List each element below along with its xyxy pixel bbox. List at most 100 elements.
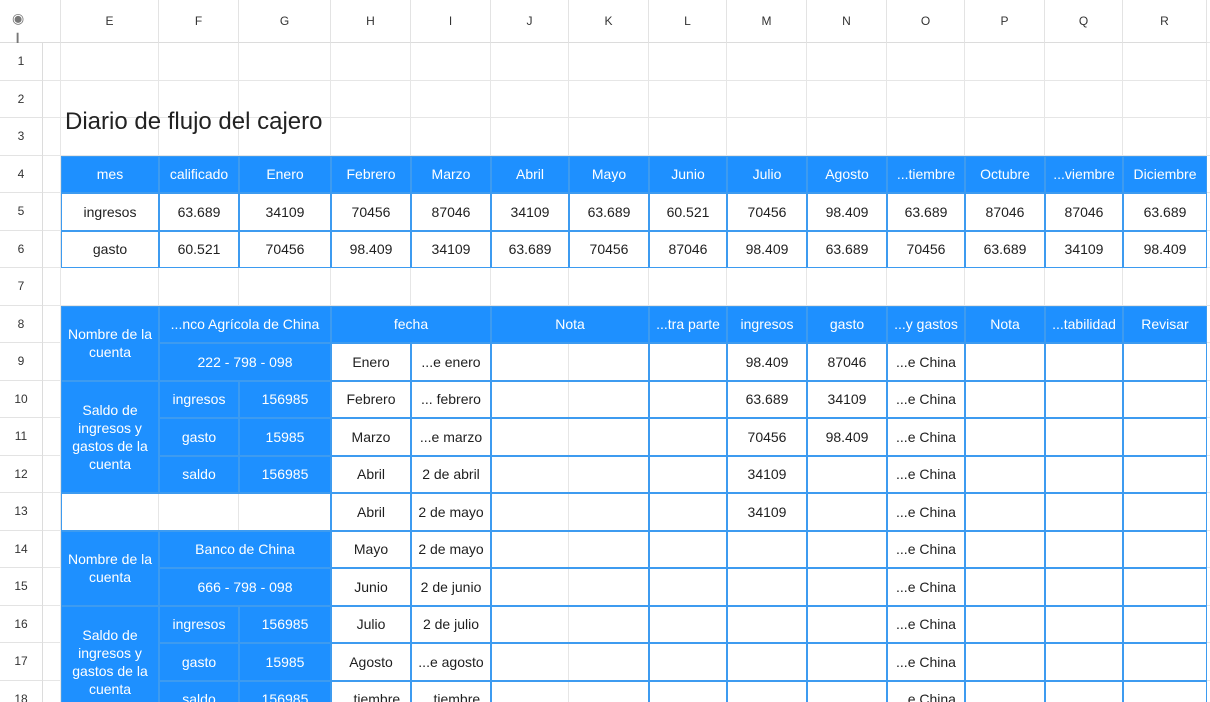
entry-nota2[interactable] [965,605,1045,643]
balance-label[interactable]: Saldo de ingresos y gastos de la cuenta [61,380,159,493]
entry-nota2[interactable] [965,380,1045,418]
revisar-header[interactable]: Revisar [1123,305,1207,343]
row-header-4[interactable]: 4 [0,155,43,193]
summary-header-12[interactable]: ...viembre [1045,155,1123,193]
entry-mes[interactable]: Enero [331,343,411,381]
column-header-k[interactable]: K [569,0,649,43]
entry-tabilidad[interactable] [1045,380,1123,418]
entry-banco[interactable]: ...e China [887,568,965,606]
gasto-value[interactable]: 15985 [239,418,331,456]
summary-row5-cell-2[interactable]: 34109 [239,193,331,231]
entry-otra-parte[interactable] [649,680,727,702]
summary-header-4[interactable]: Marzo [411,155,491,193]
row-header-14[interactable]: 14 [0,530,43,568]
column-header-q[interactable]: Q [1045,0,1123,43]
summary-row5-cell-3[interactable]: 70456 [331,193,411,231]
entry-tabilidad[interactable] [1045,605,1123,643]
summary-row6-cell-1[interactable]: 60.521 [159,230,239,268]
bank-name-cell-2[interactable]: Banco de China [159,530,331,568]
entry-nota[interactable] [491,605,649,643]
entry-nota2[interactable] [965,418,1045,456]
gasto-value-2[interactable]: 15985 [239,643,331,681]
entry-mes[interactable]: Agosto [331,643,411,681]
row-header-9[interactable]: 9 [0,343,43,381]
entry-tabilidad[interactable] [1045,455,1123,493]
saldo-label-2[interactable]: saldo [159,680,239,702]
entry-mes[interactable]: Julio [331,605,411,643]
summary-header-3[interactable]: Febrero [331,155,411,193]
summary-row5-cell-10[interactable]: 63.689 [887,193,965,231]
entry-fecha[interactable]: ...tiembre [411,680,491,702]
ingresos-label-2[interactable]: ingresos [159,605,239,643]
column-header-o[interactable]: O [887,0,965,43]
summary-header-2[interactable]: Enero [239,155,331,193]
entry-tabilidad[interactable] [1045,643,1123,681]
account-name-label[interactable]: Nombre de la cuenta [61,305,159,381]
entry-revisar[interactable] [1123,643,1207,681]
summary-row5-cell-6[interactable]: 63.689 [569,193,649,231]
entry-fecha[interactable]: ...e marzo [411,418,491,456]
entry-fecha[interactable]: ... febrero [411,380,491,418]
entry-ingresos[interactable] [727,680,807,702]
entry-banco[interactable]: ...e China [887,343,965,381]
entry-mes[interactable]: Junio [331,568,411,606]
saldo-value-2[interactable]: 156985 [239,680,331,702]
entry-revisar[interactable] [1123,493,1207,531]
sheet-title[interactable]: Diario de flujo del cajero [61,89,761,156]
column-header-r[interactable]: R [1123,0,1207,43]
entry-banco[interactable]: ...e China [887,493,965,531]
entry-ingresos[interactable] [727,605,807,643]
entry-fecha[interactable]: 2 de mayo [411,530,491,568]
row-header-11[interactable]: 11 [0,418,43,456]
summary-row5-cell-5[interactable]: 34109 [491,193,569,231]
entry-fecha[interactable]: 2 de julio [411,605,491,643]
entry-gasto[interactable] [807,643,887,681]
entry-nota[interactable] [491,493,649,531]
summary-row6-cell-12[interactable]: 34109 [1045,230,1123,268]
gasto-label-2[interactable]: gasto [159,643,239,681]
summary-row5-cell-1[interactable]: 63.689 [159,193,239,231]
entry-banco[interactable]: ...e China [887,380,965,418]
summary-row5-cell-12[interactable]: 87046 [1045,193,1123,231]
summary-row5-cell-13[interactable]: 63.689 [1123,193,1207,231]
summary-row6-cell-8[interactable]: 98.409 [727,230,807,268]
entry-fecha[interactable]: 2 de abril [411,455,491,493]
summary-row6-cell-5[interactable]: 63.689 [491,230,569,268]
entry-revisar[interactable] [1123,418,1207,456]
entry-nota[interactable] [491,680,649,702]
summary-header-7[interactable]: Junio [649,155,727,193]
account-name-label-2[interactable]: Nombre de la cuenta [61,530,159,606]
gasto-label[interactable]: gasto [159,418,239,456]
balance-label-2[interactable]: Saldo de ingresos y gastos de la cuenta [61,605,159,702]
summary-row6-cell-4[interactable]: 34109 [411,230,491,268]
entry-gasto[interactable]: 98.409 [807,418,887,456]
summary-row6-cell-2[interactable]: 70456 [239,230,331,268]
entry-nota2[interactable] [965,455,1045,493]
entry-gasto[interactable] [807,530,887,568]
column-header-i[interactable]: I [411,0,491,43]
summary-row6-cell-0[interactable]: gasto [61,230,159,268]
entry-nota2[interactable] [965,493,1045,531]
entry-ingresos[interactable]: 70456 [727,418,807,456]
entry-otra-parte[interactable] [649,530,727,568]
entry-nota[interactable] [491,380,649,418]
nota2-header[interactable]: Nota [965,305,1045,343]
entry-tabilidad[interactable] [1045,680,1123,702]
entry-mes[interactable]: Febrero [331,380,411,418]
entry-nota[interactable] [491,568,649,606]
summary-row6-cell-13[interactable]: 98.409 [1123,230,1207,268]
column-header-m[interactable]: M [727,0,807,43]
entry-ingresos[interactable]: 34109 [727,455,807,493]
ingresos-label[interactable]: ingresos [159,380,239,418]
row-header-18[interactable]: 18 [0,680,43,702]
entry-tabilidad[interactable] [1045,568,1123,606]
saldo-label[interactable]: saldo [159,455,239,493]
entry-otra-parte[interactable] [649,605,727,643]
entry-fecha[interactable]: ...e agosto [411,643,491,681]
summary-row6-cell-9[interactable]: 63.689 [807,230,887,268]
entry-ingresos[interactable] [727,643,807,681]
entry-nota[interactable] [491,455,649,493]
empty-merged-cell[interactable] [61,493,331,531]
entry-otra-parte[interactable] [649,343,727,381]
summary-header-11[interactable]: Octubre [965,155,1045,193]
